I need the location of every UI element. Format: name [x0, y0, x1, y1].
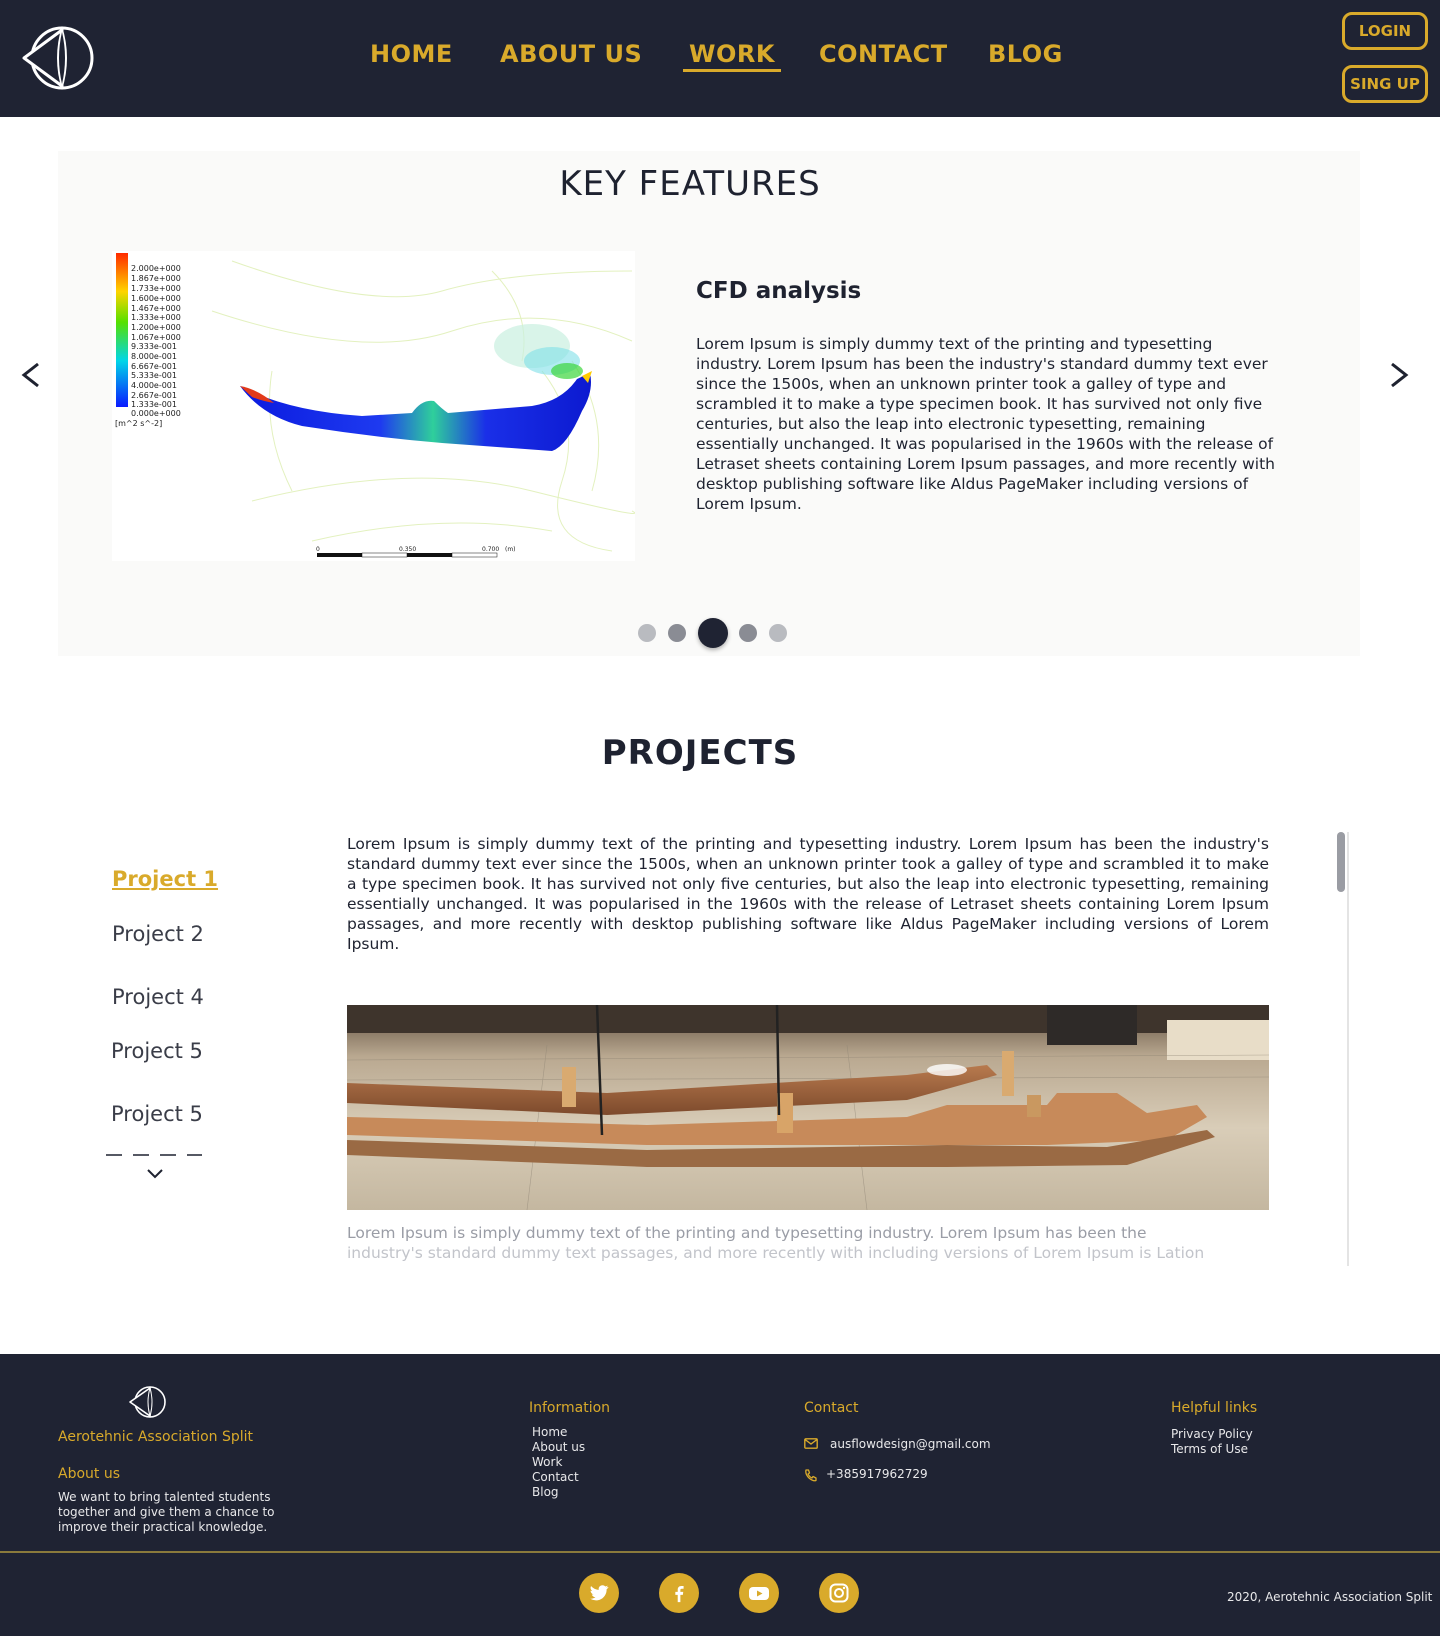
carousel-dot-2[interactable] — [668, 624, 686, 642]
svg-text:1.333e+000: 1.333e+000 — [131, 313, 181, 322]
nav-work[interactable]: WORK — [683, 40, 781, 72]
svg-text:1.200e+000: 1.200e+000 — [131, 323, 181, 332]
project-item-2[interactable]: Project 2 — [112, 922, 204, 946]
nav-contact[interactable]: CONTACT — [819, 40, 948, 68]
instagram-link[interactable] — [819, 1573, 859, 1613]
project-item-1[interactable]: Project 1 — [112, 867, 218, 891]
slide-heading: CFD analysis — [696, 278, 862, 304]
footer-helpful-heading: Helpful links — [1171, 1400, 1258, 1416]
carousel-dots — [0, 618, 1440, 648]
svg-text:4.000e-001: 4.000e-001 — [131, 381, 177, 390]
footer-about-heading: About us — [58, 1466, 121, 1482]
twitter-icon — [590, 1585, 609, 1601]
twitter-link[interactable] — [579, 1573, 619, 1613]
svg-text:1.733e+000: 1.733e+000 — [131, 284, 181, 293]
svg-text:5.333e-001: 5.333e-001 — [131, 371, 177, 380]
svg-text:1.333e-001: 1.333e-001 — [131, 400, 177, 409]
slide-description: Lorem Ipsum is simply dummy text of the … — [696, 335, 1275, 513]
svg-text:1.467e+000: 1.467e+000 — [131, 304, 181, 313]
footer-information-heading: Information — [529, 1400, 611, 1416]
svg-text:1.600e+000: 1.600e+000 — [131, 294, 181, 303]
facebook-link[interactable] — [659, 1573, 699, 1613]
project-fade-line-2: industry's standard dummy text passages,… — [347, 1244, 1205, 1262]
footer-org-name: Aerotehnic Association Split — [58, 1429, 254, 1445]
chevron-down-icon[interactable] — [146, 1168, 164, 1180]
project-item-4[interactable]: Project 4 — [112, 985, 204, 1009]
svg-text:8.000e-001: 8.000e-001 — [131, 352, 177, 361]
svg-text:6.667e-001: 6.667e-001 — [131, 362, 177, 371]
footer-email-link[interactable]: ausflowdesign@gmail.com — [830, 1437, 991, 1452]
svg-text:(m): (m) — [505, 546, 516, 553]
carousel-dot-5[interactable] — [769, 624, 787, 642]
site-header: HOME ABOUT US WORK CONTACT BLOG LOGIN SI… — [0, 0, 1440, 117]
footer-link-home[interactable]: Home — [532, 1425, 585, 1440]
carousel-dot-4[interactable] — [739, 624, 757, 642]
project-text-fade: Lorem Ipsum is simply dummy text of the … — [347, 1223, 1269, 1265]
footer-link-terms-of-use[interactable]: Terms of Use — [1171, 1442, 1253, 1457]
svg-text:2.000e+000: 2.000e+000 — [131, 264, 181, 273]
svg-text:[m^2 s^-2]: [m^2 s^-2] — [115, 419, 162, 428]
footer-copyright: 2020, Aerotehnic Association Split — [1227, 1590, 1433, 1604]
svg-text:9.333e-001: 9.333e-001 — [131, 342, 177, 351]
project-item-5b[interactable]: Project 5 — [111, 1102, 203, 1126]
footer-about-line-2: together and give them a chance to — [58, 1505, 275, 1519]
footer-link-privacy-policy[interactable]: Privacy Policy — [1171, 1427, 1253, 1442]
key-features-title: KEY FEATURES — [559, 164, 821, 204]
nav-home[interactable]: HOME — [370, 40, 453, 68]
svg-text:0: 0 — [316, 546, 320, 553]
svg-text:1.867e+000: 1.867e+000 — [131, 274, 181, 283]
footer-link-blog[interactable]: Blog — [532, 1485, 585, 1500]
nav-blog[interactable]: BLOG — [988, 40, 1063, 68]
project-item-5a[interactable]: Project 5 — [111, 1039, 203, 1063]
carousel-dot-3-active[interactable] — [698, 618, 728, 648]
signup-button[interactable]: SING UP — [1342, 65, 1428, 103]
phone-icon — [805, 1469, 817, 1482]
projects-title: PROJECTS — [601, 733, 799, 773]
projects-scrollbar-thumb[interactable] — [1337, 832, 1345, 892]
svg-text:0.350: 0.350 — [399, 546, 416, 553]
footer-information-links: Home About us Work Contact Blog — [532, 1425, 585, 1500]
svg-text:2.667e-001: 2.667e-001 — [131, 391, 177, 400]
youtube-icon — [749, 1587, 769, 1600]
more-projects-divider — [106, 1154, 202, 1156]
footer-contact-heading: Contact — [804, 1400, 859, 1416]
svg-text:0.700: 0.700 — [482, 546, 499, 553]
nav-about-us[interactable]: ABOUT US — [500, 40, 642, 68]
email-icon — [804, 1438, 818, 1449]
footer-link-about-us[interactable]: About us — [532, 1440, 585, 1455]
footer-link-contact[interactable]: Contact — [532, 1470, 585, 1485]
footer-about-line-3: improve their practical knowledge. — [58, 1520, 268, 1534]
login-button[interactable]: LOGIN — [1342, 12, 1428, 50]
project-photo — [347, 1005, 1269, 1210]
projects-scroll-track[interactable] — [1347, 832, 1349, 1266]
facebook-icon — [675, 1585, 684, 1603]
footer-helpful-links: Privacy Policy Terms of Use — [1171, 1427, 1253, 1457]
project-fade-line-1: Lorem Ipsum is simply dummy text of the … — [347, 1224, 1147, 1242]
footer-divider — [0, 1551, 1440, 1553]
footer-link-work[interactable]: Work — [532, 1455, 585, 1470]
main-nav: HOME ABOUT US WORK CONTACT BLOG — [0, 40, 1440, 80]
project-description: Lorem Ipsum is simply dummy text of the … — [347, 835, 1269, 953]
carousel-prev-arrow-icon[interactable] — [18, 360, 48, 390]
footer-logo-icon — [129, 1386, 166, 1418]
svg-text:0.000e+000: 0.000e+000 — [131, 409, 181, 418]
carousel-next-arrow-icon[interactable] — [1382, 360, 1412, 390]
footer-about-line-1: We want to bring talented students — [58, 1490, 271, 1504]
instagram-icon — [829, 1583, 849, 1603]
youtube-link[interactable] — [739, 1573, 779, 1613]
svg-text:1.067e+000: 1.067e+000 — [131, 333, 181, 342]
cfd-analysis-image: 2.000e+000 1.867e+000 1.733e+000 1.600e+… — [112, 251, 635, 561]
footer-phone-link[interactable]: +385917962729 — [826, 1467, 928, 1482]
carousel-dot-1[interactable] — [638, 624, 656, 642]
